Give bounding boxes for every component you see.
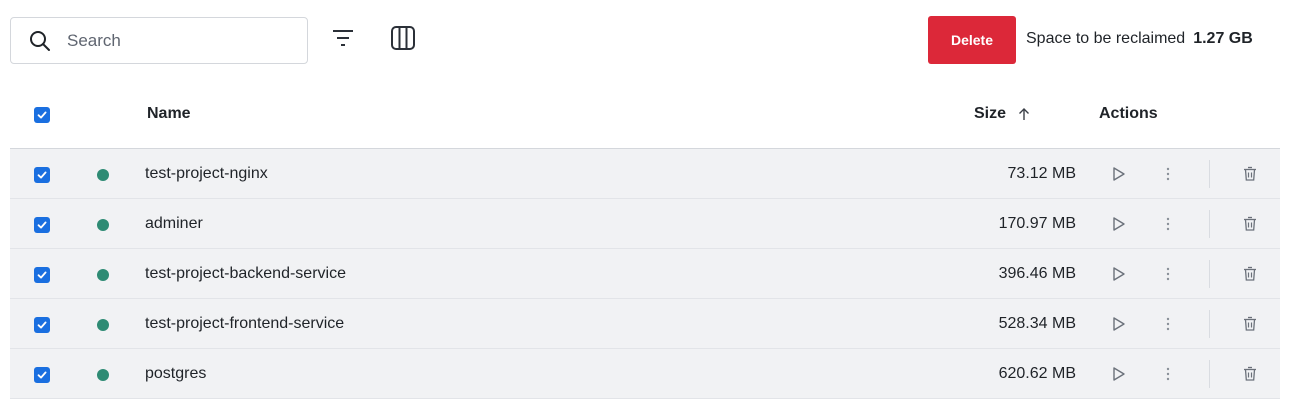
status-dot [97,369,109,381]
status-dot [97,219,109,231]
checkmark-icon [37,171,47,179]
row-checkbox[interactable] [34,317,50,333]
more-vertical-icon [1166,267,1170,281]
actions-divider [1209,310,1210,338]
row-checkbox[interactable] [34,217,50,233]
more-actions-button[interactable] [1157,263,1179,285]
run-button[interactable] [1108,163,1130,185]
checkmark-icon [37,111,47,119]
run-button[interactable] [1108,263,1130,285]
trash-icon [1244,366,1256,381]
more-actions-button[interactable] [1157,313,1179,335]
run-button[interactable] [1108,213,1130,235]
row-checkbox[interactable] [34,167,50,183]
table-header: Name Size Actions [10,90,1280,148]
column-header-size-label: Size [974,105,1007,122]
more-vertical-icon [1166,217,1170,231]
columns-icon [390,25,416,56]
delete-button[interactable]: Delete [928,16,1016,64]
delete-row-button[interactable] [1239,363,1261,385]
column-header-actions: Actions [1099,105,1158,122]
checkmark-icon [37,321,47,329]
trash-icon [1244,266,1256,281]
trash-icon [1244,166,1256,181]
table-row: adminer 170.97 MB [10,199,1280,249]
checkmark-icon [37,221,47,229]
checkmark-icon [37,371,47,379]
run-button[interactable] [1108,313,1130,335]
row-name: test-project-frontend-service [145,315,345,332]
play-icon [1113,367,1125,381]
trash-icon [1244,316,1256,331]
row-size: 170.97 MB [998,215,1076,232]
filter-button[interactable] [328,26,358,54]
more-actions-button[interactable] [1157,363,1179,385]
select-all-checkbox[interactable] [34,107,50,123]
search-input[interactable] [67,30,287,51]
status-dot [97,269,109,281]
actions-divider [1209,210,1210,238]
row-name: test-project-backend-service [145,265,346,282]
actions-divider [1209,360,1210,388]
columns-button[interactable] [388,25,418,56]
table-row: postgres 620.62 MB [10,349,1280,399]
row-checkbox[interactable] [34,367,50,383]
status-dot [97,169,109,181]
more-actions-button[interactable] [1157,213,1179,235]
delete-row-button[interactable] [1239,213,1261,235]
column-header-size[interactable]: Size [974,105,1030,123]
play-icon [1113,267,1125,281]
row-size: 396.46 MB [998,265,1076,282]
reclaim-value: 1.27 GB [1193,30,1253,47]
images-table: test-project-nginx 73.12 MB adminer 170.… [10,148,1280,399]
run-button[interactable] [1108,363,1130,385]
checkmark-icon [37,271,47,279]
delete-row-button[interactable] [1239,163,1261,185]
play-icon [1113,317,1125,331]
table-row: test-project-frontend-service 528.34 MB [10,299,1280,349]
row-name: test-project-nginx [145,165,268,182]
search-icon [29,30,51,52]
filter-icon [331,28,355,53]
reclaim-label: Space to be reclaimed [1026,30,1186,47]
trash-icon [1244,216,1256,231]
actions-divider [1209,260,1210,288]
delete-row-button[interactable] [1239,313,1261,335]
play-icon [1113,167,1125,181]
table-row: test-project-nginx 73.12 MB [10,149,1280,199]
more-vertical-icon [1166,367,1170,381]
row-checkbox[interactable] [34,267,50,283]
delete-row-button[interactable] [1239,263,1261,285]
row-name: adminer [145,215,203,232]
row-size: 620.62 MB [998,365,1076,382]
column-header-name[interactable]: Name [147,105,191,123]
more-vertical-icon [1166,317,1170,331]
search-box[interactable] [10,17,308,64]
space-reclaimed: Space to be reclaimed 1.27 GB [1026,30,1253,48]
row-size: 73.12 MB [1007,165,1076,182]
row-size: 528.34 MB [998,315,1076,332]
play-icon [1113,217,1125,231]
actions-divider [1209,160,1210,188]
more-actions-button[interactable] [1157,163,1179,185]
sort-arrow-up-icon [1019,108,1030,120]
status-dot [97,319,109,331]
row-name: postgres [145,365,207,382]
table-row: test-project-backend-service 396.46 MB [10,249,1280,299]
more-vertical-icon [1166,167,1170,181]
